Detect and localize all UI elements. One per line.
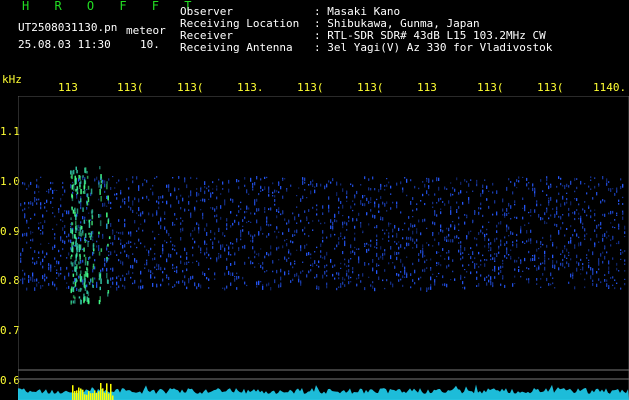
meteor-label: meteor — [126, 24, 166, 37]
info-sep: : — [314, 41, 321, 54]
x-tick-label: 113( — [477, 81, 504, 94]
info-value: 3el Yagi(V) Az 330 for Vladivostok — [327, 41, 553, 54]
x-tick-label: 113 — [417, 81, 437, 94]
app-title: H R O F F T — [22, 0, 201, 13]
x-tick-label: 113( — [117, 81, 144, 94]
unit-label: kHz — [2, 73, 22, 86]
x-tick-label: 113( — [357, 81, 384, 94]
duration-seconds: 10. — [140, 38, 160, 51]
y-tick-label: 0.7 — [0, 324, 20, 337]
info-row-antenna: Receiving Antenna: 3el Yagi(V) Az 330 fo… — [180, 42, 552, 54]
x-tick-label: 113( — [177, 81, 204, 94]
x-tick-label: 113( — [537, 81, 564, 94]
timestamp: 25.08.03 11:30 — [18, 38, 111, 51]
spectrogram-plot — [18, 96, 629, 400]
y-tick-label: 1.1 — [0, 125, 20, 138]
x-tick-label: 1140. — [593, 81, 627, 94]
file-name: UT2508031130.pn — [18, 21, 118, 34]
y-tick-label: 1.0 — [0, 175, 20, 188]
plot-frame — [18, 96, 629, 400]
y-tick-label: 0.6 — [0, 374, 20, 387]
y-tick-label: 0.8 — [0, 274, 20, 287]
signal-band — [20, 176, 626, 292]
info-key: Receiving Antenna — [180, 41, 293, 54]
x-tick-label: 113. — [237, 81, 264, 94]
y-tick-label: 0.9 — [0, 225, 20, 238]
power-baseline — [18, 383, 629, 400]
x-tick-label: 113( — [297, 81, 324, 94]
x-tick-label: 113 — [58, 81, 78, 94]
